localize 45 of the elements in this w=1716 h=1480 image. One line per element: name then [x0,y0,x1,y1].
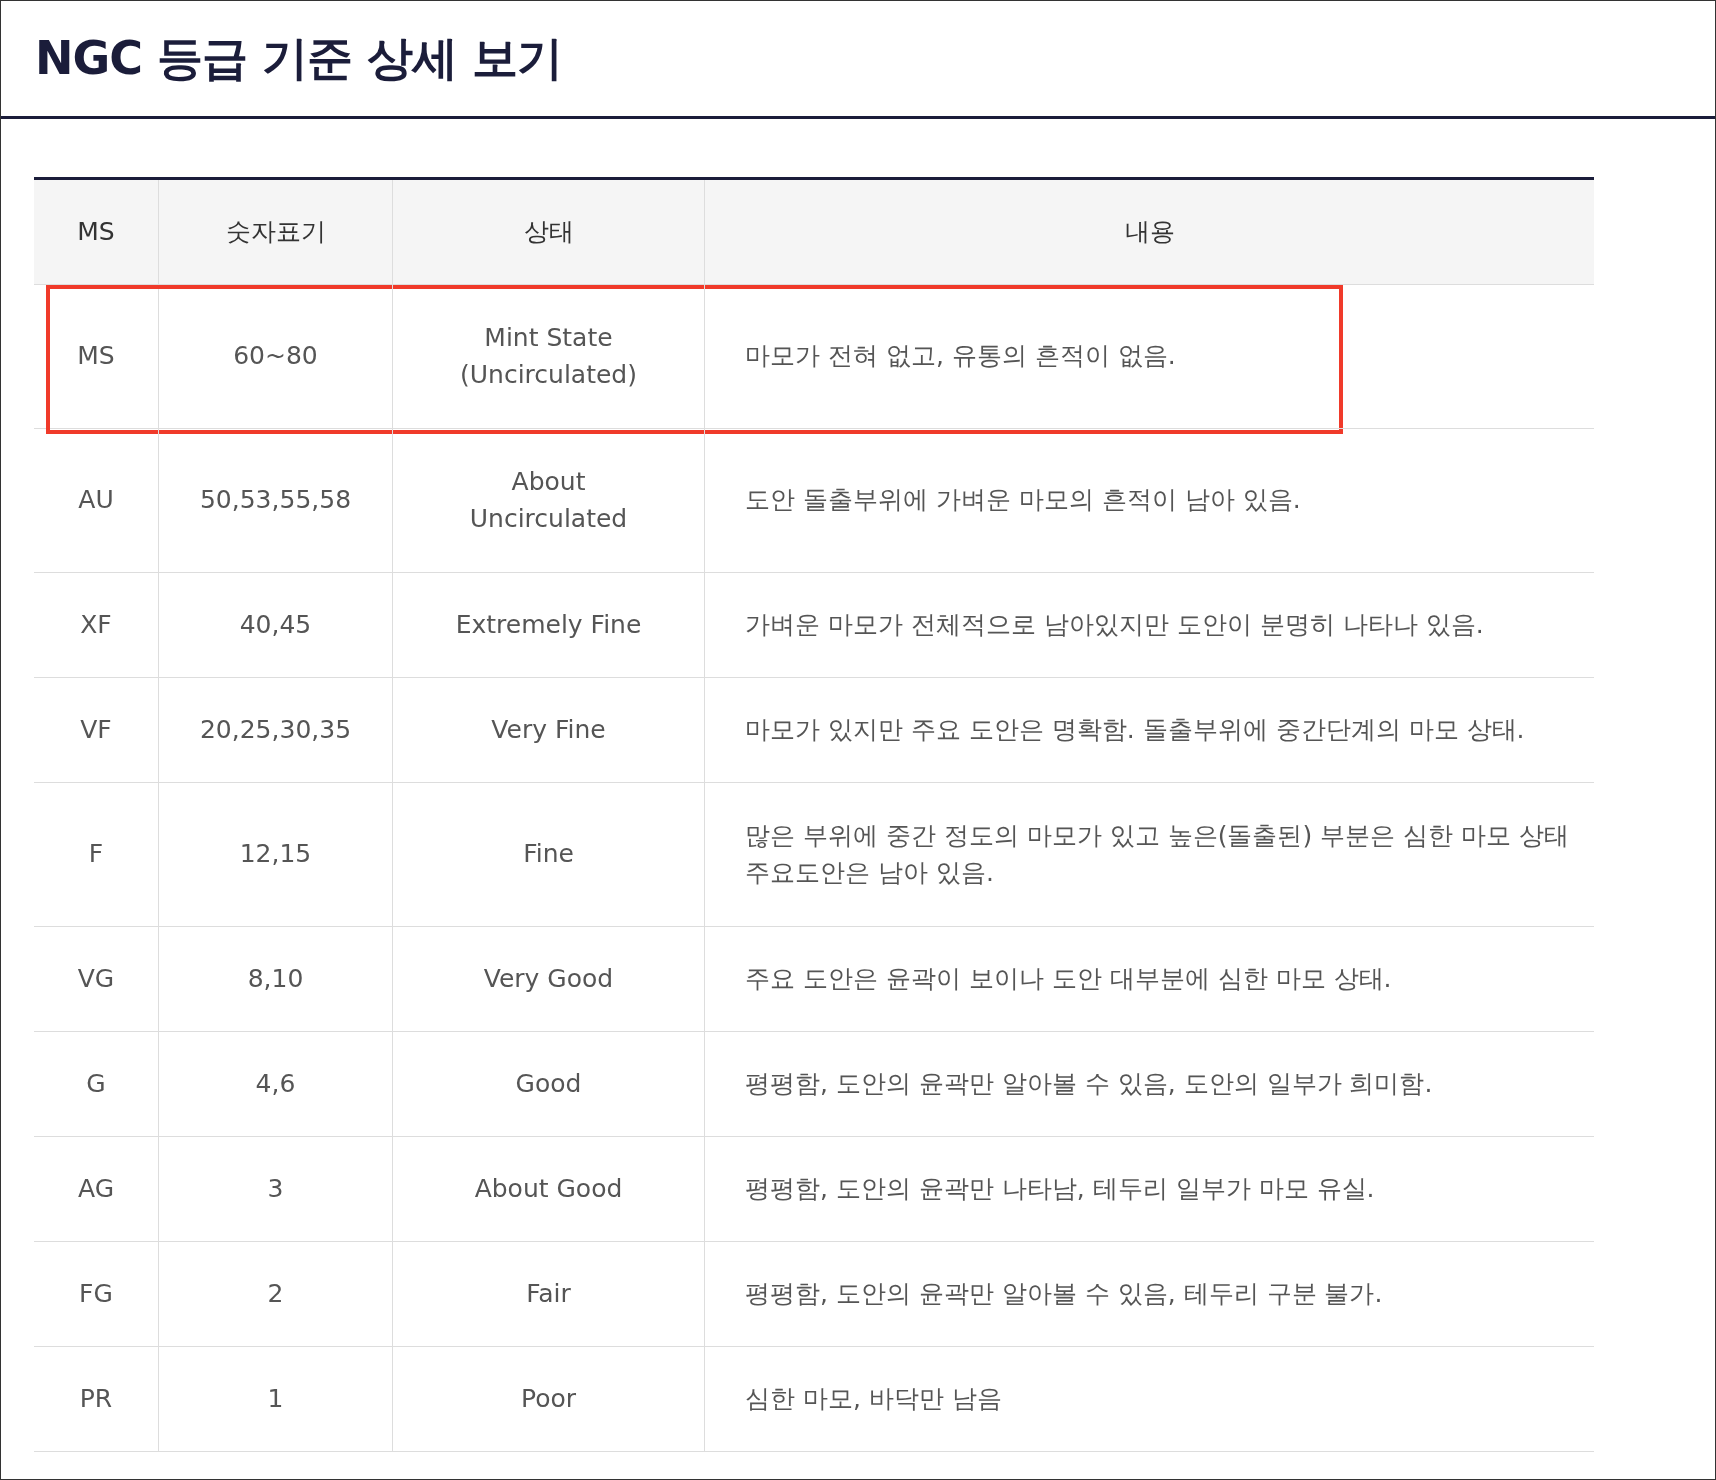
table-cell: 마모가 있지만 주요 도안은 명확함. 돌출부위에 중간단계의 마모 상태. [705,678,1594,783]
column-header: 숫자표기 [159,180,393,285]
table-cell: XF [34,573,159,678]
column-header: 내용 [705,180,1594,285]
table-cell: 1 [159,1347,393,1452]
table-cell: 많은 부위에 중간 정도의 마모가 있고 높은(돌출된) 부분은 심한 마모 상태 주요도안은 남아 있음. [705,783,1594,927]
page-title: NGC 등급 기준 상세 보기 [35,29,563,87]
table-cell: AU [34,429,159,573]
table-cell: AG [34,1137,159,1242]
table-cell: Poor [393,1347,705,1452]
table-cell: 3 [159,1137,393,1242]
table-cell: Very Fine [393,678,705,783]
table-cell: 8,10 [159,927,393,1032]
table-cell: Fine [393,783,705,927]
table-cell: 40,45 [159,573,393,678]
table-cell: F [34,783,159,927]
table-cell: About Uncirculated [393,429,705,573]
table-cell: 주요 도안은 윤곽이 보이나 도안 대부분에 심한 마모 상태. [705,927,1594,1032]
table-cell: 평평함, 도안의 윤곽만 알아볼 수 있음, 도안의 일부가 희미함. [705,1032,1594,1137]
table-cell: About Good [393,1137,705,1242]
table-cell: Very Good [393,927,705,1032]
table-cell: 20,25,30,35 [159,678,393,783]
table-cell: 평평함, 도안의 윤곽만 나타남, 테두리 일부가 마모 유실. [705,1137,1594,1242]
table-cell: 2 [159,1242,393,1347]
table-cell: 마모가 전혀 없고, 유통의 흔적이 없음. [705,285,1594,429]
table-cell: Good [393,1032,705,1137]
table-cell: Extremely Fine [393,573,705,678]
table-cell: 60~80 [159,285,393,429]
table-cell: Fair [393,1242,705,1347]
table-cell: VG [34,927,159,1032]
column-header: 상태 [393,180,705,285]
table-cell: 50,53,55,58 [159,429,393,573]
table-cell: 평평함, 도안의 윤곽만 알아볼 수 있음, 테두리 구분 불가. [705,1242,1594,1347]
table-cell: G [34,1032,159,1137]
table-cell: 12,15 [159,783,393,927]
table-cell: Mint State (Uncirculated) [393,285,705,429]
table-cell: PR [34,1347,159,1452]
table-cell: 심한 마모, 바닥만 남음 [705,1347,1594,1452]
table-cell: 가벼운 마모가 전체적으로 남아있지만 도안이 분명히 나타나 있음. [705,573,1594,678]
table-cell: 4,6 [159,1032,393,1137]
column-header: MS [34,180,159,285]
table-cell: FG [34,1242,159,1347]
table-cell: MS [34,285,159,429]
table-cell: 도안 돌출부위에 가벼운 마모의 흔적이 남아 있음. [705,429,1594,573]
table-cell: VF [34,678,159,783]
